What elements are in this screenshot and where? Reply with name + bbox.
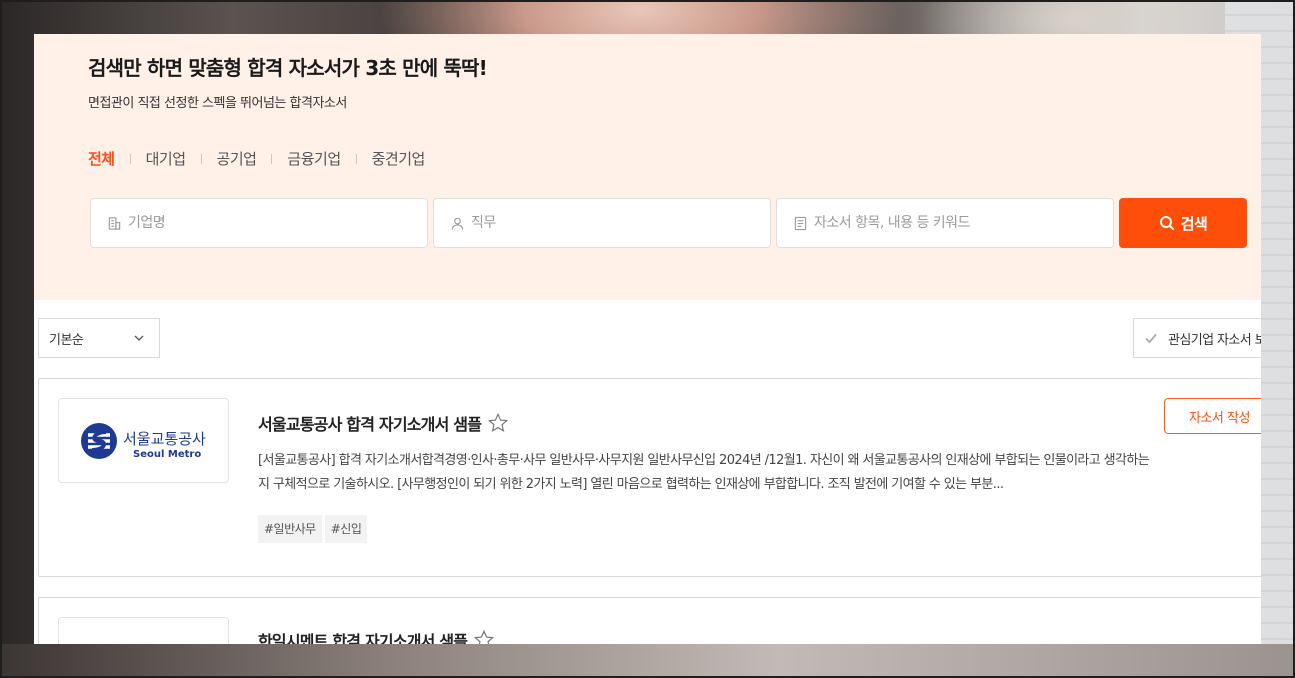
seoul-metro-logo-icon: 서울교통공사 Seoul Metro — [80, 422, 206, 460]
card-tags: #일반사무 #신입 — [258, 515, 368, 543]
keyword-input[interactable] — [814, 215, 1113, 231]
tab-divider — [271, 153, 273, 164]
chevron-down-icon — [131, 330, 147, 346]
search-button-label: 검색 — [1180, 214, 1208, 233]
tab-large-company[interactable]: 대기업 — [146, 148, 186, 169]
tag-chip[interactable]: #일반사무 — [258, 515, 322, 543]
keyword-search-box[interactable] — [776, 198, 1114, 248]
star-icon[interactable] — [473, 629, 495, 644]
search-hero: 검색만 하면 맞춤형 합격 자소서가 3초 만에 뚝딱! 면접관이 직접 선정한… — [34, 34, 1261, 300]
write-resume-button[interactable]: 자소서 작성 — [1164, 398, 1261, 434]
card-title[interactable]: 한일시멘트 합격 자기소개서 샘플 — [258, 628, 468, 644]
job-search-box[interactable] — [433, 198, 771, 248]
sort-select[interactable]: 기본순 — [38, 318, 160, 358]
building-icon — [107, 215, 122, 231]
company-search-box[interactable] — [90, 198, 428, 248]
company-logo — [58, 617, 229, 644]
tag-chip[interactable]: #신입 — [324, 515, 368, 543]
hero-title: 검색만 하면 맞춤형 합격 자소서가 3초 만에 뚝딱! — [88, 56, 488, 80]
search-icon — [1159, 215, 1175, 231]
tab-divider — [355, 153, 357, 164]
card-title[interactable]: 서울교통공사 합격 자기소개서 샘플 — [258, 411, 482, 435]
logo-text-english: Seoul Metro — [133, 449, 201, 460]
company-input[interactable] — [128, 215, 427, 231]
favorite-filter-label: 관심기업 자소서 보기 — [1168, 332, 1261, 348]
sort-select-label: 기본순 — [49, 332, 84, 348]
card-description: [서울교통공사] 합격 자기소개서합격경영·인사·총무·사무 일반사무·사무지원… — [258, 453, 1150, 492]
document-icon — [793, 215, 808, 231]
person-icon — [450, 215, 465, 231]
star-icon[interactable] — [487, 412, 509, 434]
card-title-row: 서울교통공사 합격 자기소개서 샘플 — [258, 411, 509, 435]
resume-card[interactable]: 서울교통공사 Seoul Metro 서울교통공사 합격 자기소개서 샘플 [서… — [38, 378, 1261, 577]
check-icon — [1144, 330, 1158, 346]
favorite-company-filter[interactable]: 관심기업 자소서 보기 — [1133, 318, 1261, 358]
company-logo: 서울교통공사 Seoul Metro — [58, 398, 229, 483]
category-tabs: 전체 대기업 공기업 금융기업 중견기업 — [88, 148, 425, 169]
tab-financial-company[interactable]: 금융기업 — [287, 148, 341, 169]
tab-mid-sized-company[interactable]: 중견기업 — [372, 148, 426, 169]
tab-all[interactable]: 전체 — [88, 148, 115, 169]
main-panel: 검색만 하면 맞춤형 합격 자소서가 3초 만에 뚝딱! 면접관이 직접 선정한… — [34, 34, 1261, 644]
background-bottom — [0, 644, 1295, 678]
tab-divider — [129, 153, 131, 164]
search-row: 검색 — [90, 198, 1247, 248]
resume-card[interactable]: 한일시멘트 합격 자기소개서 샘플 — [38, 597, 1261, 644]
hero-subtitle: 면접관이 직접 선정한 스펙을 뛰어넘는 합격자소서 — [88, 96, 347, 111]
logo-text-korean: 서울교통공사 — [123, 430, 206, 448]
tab-divider — [200, 153, 202, 164]
search-button[interactable]: 검색 — [1119, 198, 1247, 248]
card-title-row: 한일시멘트 합격 자기소개서 샘플 — [258, 628, 495, 644]
tab-public-company[interactable]: 공기업 — [217, 148, 257, 169]
job-input[interactable] — [471, 215, 770, 231]
